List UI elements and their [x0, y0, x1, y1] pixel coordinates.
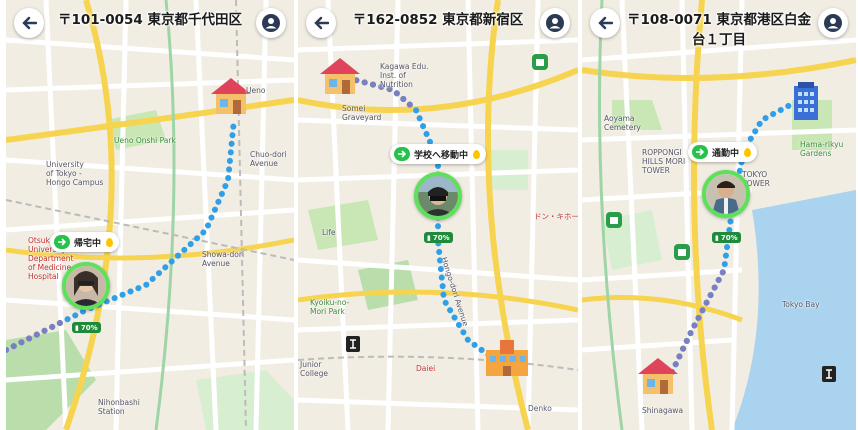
battery-icon: ▮ [715, 233, 719, 242]
status-text: 通勤中 [712, 148, 740, 159]
water-drop-icon [473, 149, 481, 159]
office-marker [794, 82, 818, 120]
running-icon [54, 235, 70, 249]
back-button[interactable] [590, 8, 620, 38]
map-poi-icon[interactable] [346, 336, 360, 352]
status-bubble[interactable]: 学校へ移動中 [390, 144, 487, 164]
back-arrow-icon [314, 16, 329, 30]
battery-icon: ▮ [75, 323, 79, 332]
back-button[interactable] [14, 8, 44, 38]
running-icon [692, 145, 708, 159]
map-label: Tokyo Bay [782, 300, 820, 309]
map-label: Nihonbashi Station [98, 398, 140, 416]
map-label: Kagawa Edu. Inst. of Nutrition [380, 62, 429, 89]
running-icon [394, 147, 410, 161]
person-icon [546, 14, 564, 32]
profile-button[interactable] [540, 8, 570, 38]
map-label: Life [322, 228, 336, 237]
map-label: ドン・キホーテ [534, 212, 578, 221]
person-icon [262, 14, 280, 32]
map-poi-icon[interactable] [532, 54, 548, 70]
map-panel-3[interactable]: Aoyama Cemetery ROPPONGI HILLS MORI TOWE… [582, 0, 856, 430]
map-label: University of Tokyo - Hongo Campus [46, 160, 104, 187]
map-poi-icon[interactable] [606, 212, 622, 228]
profile-button[interactable] [818, 8, 848, 38]
battery-text: 70% [720, 233, 738, 242]
map-panel-2[interactable]: Kagawa Edu. Inst. of Nutrition Somei Gra… [298, 0, 578, 430]
battery-text: 70% [432, 233, 450, 242]
person-icon [824, 14, 842, 32]
avatar[interactable] [702, 170, 750, 218]
map-poi-icon[interactable] [674, 244, 690, 260]
map-label: Shinagawa [642, 406, 684, 415]
status-bubble[interactable]: 帰宅中 [50, 232, 120, 252]
map-label: Showa-dori Avenue [202, 250, 245, 268]
map-label: Kyoiku-no- Mori Park [310, 298, 350, 316]
map-panel-1[interactable]: Ueno Onshi Park University of Tokyo - Ho… [6, 0, 294, 430]
water-drop-icon [106, 237, 114, 247]
address-title: 〒108-0071 東京都港区白金台１丁目 [626, 12, 812, 48]
status-text: 学校へ移動中 [414, 150, 469, 161]
map-label: Ueno [246, 86, 266, 95]
battery-indicator: ▮ 70% [424, 232, 453, 243]
battery-indicator: ▮ 70% [72, 322, 101, 333]
battery-indicator: ▮ 70% [712, 232, 741, 243]
avatar[interactable] [62, 262, 110, 310]
back-arrow-icon [22, 16, 37, 30]
status-bubble[interactable]: 通勤中 [688, 142, 758, 162]
back-button[interactable] [306, 8, 336, 38]
address-title: 〒162-0852 東京都新宿区 [352, 12, 524, 28]
back-arrow-icon [598, 16, 613, 30]
map-background[interactable] [6, 0, 294, 430]
map-label: Somei Graveyard [342, 104, 382, 122]
map-poi-icon[interactable] [822, 366, 836, 382]
map-label: Hama-rikyu Gardens [800, 140, 844, 158]
map-label: Chuo-dori Avenue [250, 150, 287, 168]
water-drop-icon [744, 147, 752, 157]
battery-icon: ▮ [427, 233, 431, 242]
map-label: Aoyama Cemetery [604, 114, 641, 132]
profile-button[interactable] [256, 8, 286, 38]
map-label: Daiei [416, 364, 436, 373]
map-label: Ueno Onshi Park [114, 136, 176, 145]
map-label: Denko [528, 404, 552, 413]
address-title: 〒101-0054 東京都千代田区 [57, 12, 243, 28]
map-label: Junior College [300, 360, 328, 378]
avatar[interactable] [414, 172, 462, 220]
status-text: 帰宅中 [74, 238, 102, 249]
battery-text: 70% [80, 323, 98, 332]
map-label: ROPPONGI HILLS MORI TOWER [642, 148, 686, 175]
